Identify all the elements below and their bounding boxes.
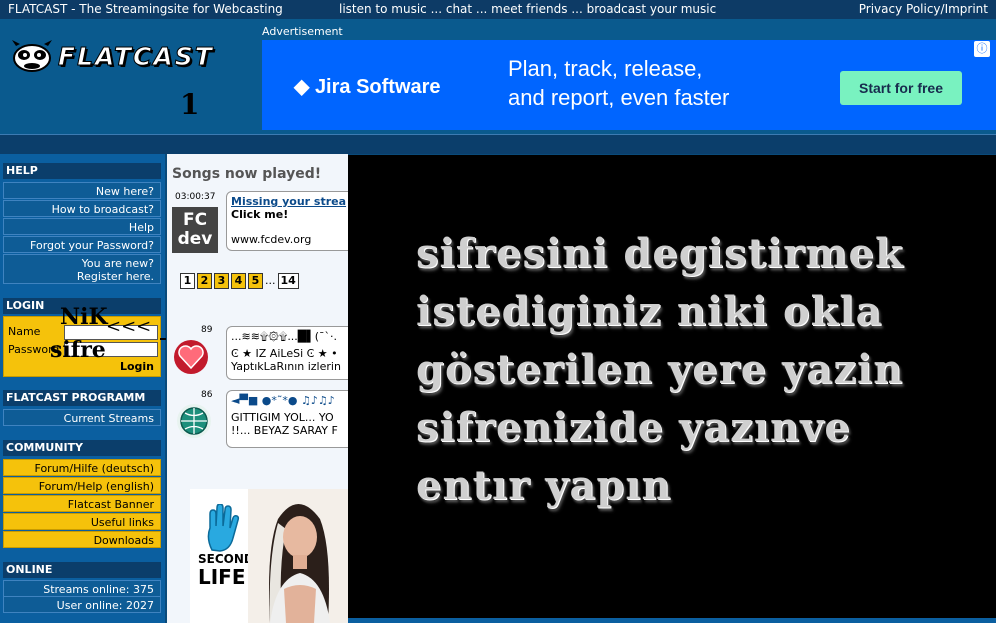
song-line: Click me! — [231, 208, 289, 221]
arrow-annotation: <<< — [106, 316, 152, 337]
ad-info-icon[interactable]: ⓘ — [974, 41, 990, 57]
globe-thumbnail-icon[interactable] — [177, 404, 211, 438]
page-3[interactable]: 3 — [214, 273, 229, 289]
instruction-line: sifresini degistirmek — [416, 230, 904, 277]
song-line: !!... BEYAZ SARAY F — [231, 424, 338, 437]
nik-annotation: NiK — [60, 304, 108, 330]
start-for-free-button[interactable]: Start for free — [840, 71, 962, 105]
login-button[interactable]: Login — [120, 360, 154, 373]
sidebar-programm-heading: FLATCAST PROGRAMM — [3, 390, 161, 406]
fcdev-logo[interactable]: FC dev — [172, 207, 218, 253]
fc-logo-text: FC — [182, 210, 208, 230]
ad-brand: ◆ Jira Software — [294, 76, 441, 98]
song-listener-count: 86 — [201, 390, 213, 400]
pagination: 1 2 3 4 5... 14 — [180, 273, 301, 289]
song-time: 03:00:37 — [175, 192, 216, 202]
sidebar-item-new-here[interactable]: New here? — [3, 182, 161, 199]
sidebar-item-register[interactable]: You are new? Register here. — [3, 254, 161, 284]
song-line: YaptıkLaRının izlerin — [231, 360, 341, 373]
page-2[interactable]: 2 — [197, 273, 212, 289]
users-online-count: User online: 2027 — [3, 596, 161, 613]
cow-mascot-icon — [12, 40, 52, 72]
sidebar-help-heading: HELP — [3, 163, 161, 179]
top-bar: FLATCAST - The Streamingsite for Webcast… — [0, 0, 996, 19]
sidebar-item-how-to-broadcast[interactable]: How to broadcast? — [3, 200, 161, 217]
sidebar-item-forum-english[interactable]: Forum/Help (english) — [3, 477, 161, 494]
song-line: Ͼ ★ IZ AiLeSi Ͼ ★ • — [231, 347, 338, 360]
sifre-annotation: sifre — [50, 337, 106, 363]
instruction-line: entır yapın — [416, 462, 672, 509]
sidebar-item-forum-deutsch[interactable]: Forum/Hilfe (deutsch) — [3, 459, 161, 476]
page-14[interactable]: 14 — [277, 273, 299, 289]
logo-annotation: 1 — [180, 88, 200, 121]
instruction-line: gösterilen yere yazin — [416, 346, 904, 393]
sidebar-online-heading: ONLINE — [3, 562, 161, 578]
ad-headline-line: Plan, track, release, — [508, 56, 703, 81]
register-line: Register here. — [76, 270, 154, 283]
song-line: ...≋≋۩۞۩...█▌(¯`·. — [231, 330, 338, 343]
second-life-promo[interactable]: SECOND LIFE — [190, 489, 348, 623]
sidebar-item-forgot-password[interactable]: Forgot your Password? — [3, 236, 161, 253]
sidebar-item-useful-links[interactable]: Useful links — [3, 513, 161, 530]
page-ellipsis: ... — [265, 274, 276, 287]
song-card[interactable]: ...≋≋۩۞۩...█▌(¯`·. Ͼ ★ IZ AiLeSi Ͼ ★ • Y… — [226, 326, 366, 380]
song-line: www.fcdev.org — [231, 233, 312, 246]
sidebar-item-downloads[interactable]: Downloads — [3, 531, 161, 548]
song-card[interactable]: ◄▀■ ●*˜*● ♫♪♫♪ GITTIGIM YOL... YO !!... … — [226, 390, 366, 448]
avatar-portrait-image — [248, 489, 348, 623]
page-1[interactable]: 1 — [180, 273, 195, 289]
flatcast-logo[interactable]: FLATCAST — [10, 38, 250, 78]
streams-online-count: Streams online: 375 — [3, 580, 161, 597]
site-title: FLATCAST - The Streamingsite for Webcast… — [8, 2, 283, 16]
instruction-line: sifrenizide yazınve — [416, 404, 851, 451]
header-divider — [0, 134, 996, 154]
sidebar-community-heading: COMMUNITY — [3, 440, 161, 456]
heart-thumbnail-icon[interactable] — [174, 340, 208, 374]
register-line: You are new? — [81, 257, 154, 270]
privacy-link[interactable]: Privacy Policy/Imprint — [859, 2, 988, 16]
instruction-overlay: sifresini degistirmek istediginiz niki o… — [348, 155, 996, 618]
instruction-line: istediginiz niki okla — [416, 288, 883, 335]
jira-advertisement[interactable]: ◆ Jira Software Plan, track, release, an… — [262, 40, 996, 130]
song-line: GITTIGIM YOL... YO — [231, 411, 334, 424]
ad-label: Advertisement — [262, 25, 343, 38]
songs-title: Songs now played! — [172, 166, 322, 182]
sidebar-item-help[interactable]: Help — [3, 218, 161, 235]
second-life-wordmark: SECOND LIFE — [198, 552, 254, 588]
logo-wordmark: FLATCAST — [58, 42, 214, 72]
song-line: ◄▀■ ●*˜*● ♫♪♫♪ — [231, 394, 335, 407]
ad-headline-line: and report, even faster — [508, 85, 730, 110]
sidebar-item-current-streams[interactable]: Current Streams — [3, 409, 161, 426]
page-4[interactable]: 4 — [231, 273, 246, 289]
page-5[interactable]: 5 — [248, 273, 263, 289]
second-life-word: SECOND — [198, 552, 254, 566]
second-life-word: LIFE — [198, 565, 246, 589]
song-link[interactable]: Missing your strea — [231, 195, 361, 208]
name-label: Name — [8, 325, 41, 338]
hand-logo-icon — [207, 504, 240, 552]
fc-logo-text: dev — [177, 229, 213, 249]
songs-now-played-panel: Songs now played! 03:00:37 FC dev Missin… — [167, 154, 366, 623]
site-slogan: listen to music ... chat ... meet friend… — [339, 2, 717, 16]
song-card[interactable]: Missing your strea Click me! www.fcdev.o… — [226, 191, 366, 251]
instruction-text: sifresini degistirmek istediginiz niki o… — [416, 225, 904, 515]
song-listener-count: 89 — [201, 325, 213, 335]
bottom-strip — [348, 618, 996, 623]
sidebar-item-flatcast-banner[interactable]: Flatcast Banner — [3, 495, 161, 512]
ad-headline: Plan, track, release, and report, even f… — [508, 54, 729, 112]
